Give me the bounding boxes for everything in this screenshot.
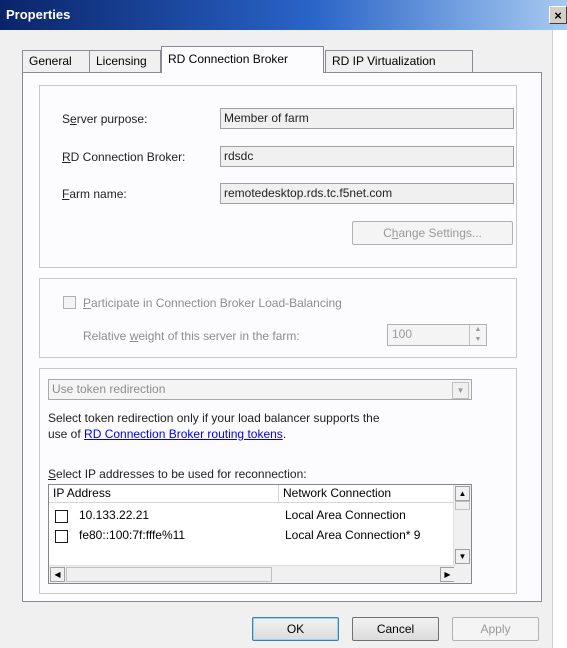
scroll-thumb[interactable] — [455, 501, 470, 510]
change-settings-button[interactable]: Change Settings... — [352, 221, 513, 245]
ip-address-cell: fe80::100:7f:fffe%11 — [79, 528, 186, 542]
farm-name-field: remotedesktop.rds.tc.f5net.com — [220, 183, 514, 204]
spinner-arrows[interactable]: ▲ ▼ — [469, 325, 486, 345]
scroll-right-icon[interactable]: ▶ — [440, 567, 455, 582]
spin-down-icon[interactable]: ▼ — [470, 335, 486, 345]
ok-button[interactable]: OK — [252, 617, 339, 641]
tab-rd-ip-virtualization[interactable]: RD IP Virtualization — [325, 50, 473, 72]
tab-general[interactable]: General — [22, 50, 90, 72]
network-connection-cell: Local Area Connection — [285, 508, 406, 522]
window-title: Properties — [6, 7, 71, 22]
ip-checkbox[interactable] — [55, 530, 68, 543]
connection-broker-field: rdsdc — [220, 146, 514, 167]
ip-address-cell: 10.133.22.21 — [79, 508, 150, 522]
dropdown-arrow-icon[interactable]: ▼ — [452, 382, 469, 399]
scroll-down-icon[interactable]: ▼ — [455, 549, 470, 564]
server-purpose-label: Server purpose: — [62, 112, 148, 126]
relative-weight-value: 100 — [392, 327, 413, 341]
redirection-description-line2: use of RD Connection Broker routing toke… — [48, 427, 287, 441]
scroll-left-icon[interactable]: ◀ — [50, 567, 65, 582]
spin-up-icon[interactable]: ▲ — [470, 325, 486, 335]
tab-rd-connection-broker[interactable]: RD Connection Broker — [161, 46, 324, 73]
vertical-scrollbar[interactable]: ▲ ▼ — [453, 485, 471, 566]
list-item[interactable]: fe80::100:7f:fffe%11 Local Area Connecti… — [49, 526, 449, 546]
relative-weight-spinner[interactable]: 100 ▲ ▼ — [387, 324, 487, 346]
tab-licensing[interactable]: Licensing — [89, 50, 161, 72]
title-bar: Properties × — [0, 0, 567, 30]
relative-weight-label: Relative weight of this server in the fa… — [83, 329, 300, 343]
server-purpose-field: Member of farm — [220, 108, 514, 129]
load-balancing-group: Participate in Connection Broker Load-Ba… — [39, 278, 517, 358]
connection-broker-label: RD Connection Broker: — [62, 150, 186, 164]
participate-load-balancing-label: Participate in Connection Broker Load-Ba… — [83, 296, 342, 310]
list-item[interactable]: 10.133.22.21 Local Area Connection — [49, 506, 449, 526]
column-header-ip-address[interactable]: IP Address — [49, 485, 279, 503]
broker-settings-group: Server purpose: Member of farm RD Connec… — [39, 85, 517, 268]
properties-dialog: General Licensing RD Connection Broker R… — [0, 30, 553, 648]
redirection-description-line1: Select token redirection only if your lo… — [48, 411, 380, 425]
scroll-up-icon[interactable]: ▲ — [455, 486, 470, 501]
horizontal-scrollbar[interactable]: ◀ ▶ — [49, 565, 456, 583]
participate-load-balancing-checkbox[interactable] — [63, 296, 76, 309]
column-header-network-connection[interactable]: Network Connection — [279, 485, 456, 503]
close-button[interactable]: × — [549, 6, 567, 24]
token-redirection-group: Use token redirection ▼ Select token red… — [39, 368, 517, 594]
farm-name-label: Farm name: — [62, 187, 127, 201]
redirection-mode-value: Use token redirection — [52, 382, 166, 396]
ip-address-list[interactable]: IP Address Network Connection 10.133.22.… — [48, 484, 472, 584]
apply-button[interactable]: Apply — [452, 617, 539, 641]
redirection-mode-select[interactable]: Use token redirection ▼ — [48, 379, 472, 400]
tab-page-rd-connection-broker: Server purpose: Member of farm RD Connec… — [22, 72, 542, 602]
network-connection-cell: Local Area Connection* 9 — [285, 528, 421, 542]
horizontal-scroll-thumb[interactable] — [66, 567, 272, 582]
cancel-button[interactable]: Cancel — [352, 617, 439, 641]
size-grip — [454, 566, 471, 583]
routing-tokens-link[interactable]: RD Connection Broker routing tokens — [84, 427, 283, 441]
ip-checkbox[interactable] — [55, 510, 68, 523]
select-ip-label: Select IP addresses to be used for recon… — [48, 467, 307, 481]
